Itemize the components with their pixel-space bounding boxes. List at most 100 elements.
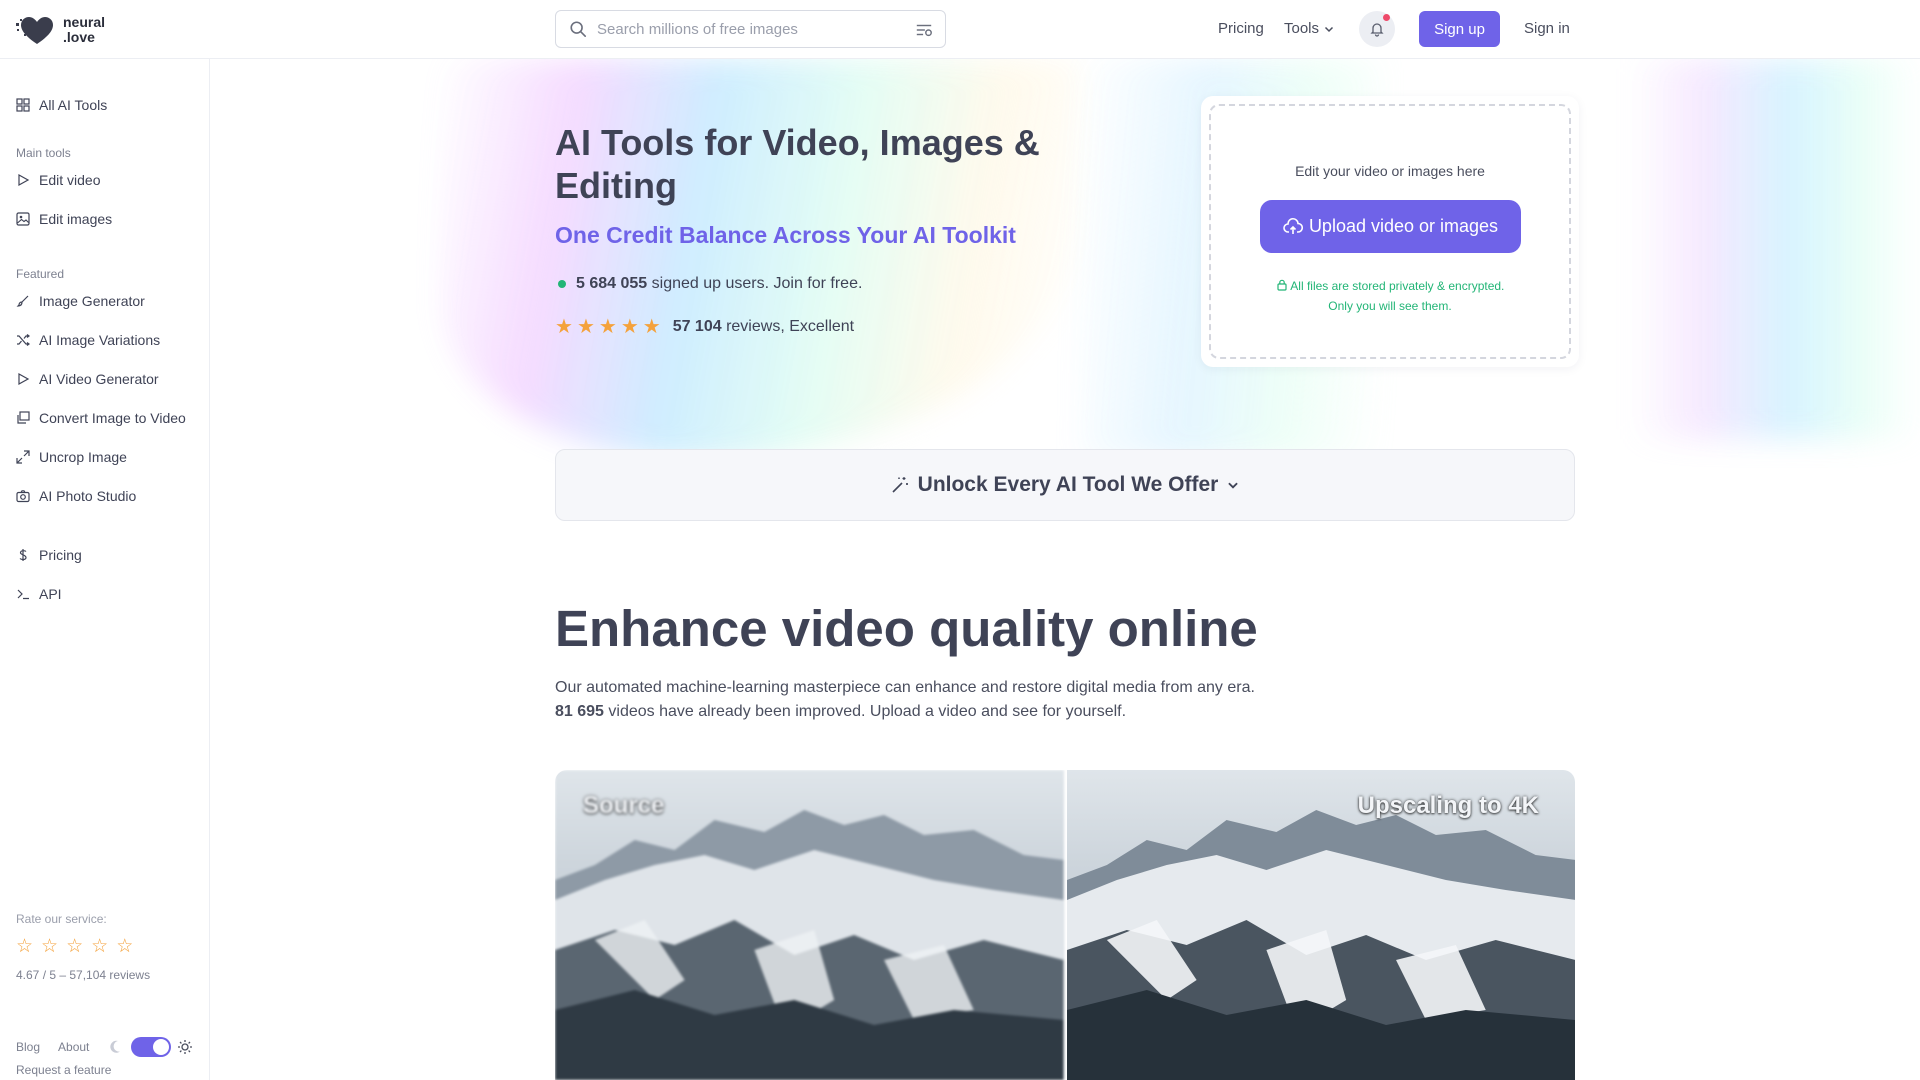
nav-tools-label: Tools bbox=[1284, 20, 1320, 37]
about-link[interactable]: About bbox=[58, 1040, 89, 1054]
sidebar-group-main: Main tools bbox=[16, 146, 71, 160]
image-icon bbox=[16, 212, 30, 226]
camera-icon bbox=[16, 490, 30, 503]
section-description: Our automated machine-learning masterpie… bbox=[555, 676, 1315, 724]
star-outline-icon[interactable]: ☆ bbox=[91, 937, 108, 956]
logo-line-1: neural bbox=[63, 14, 106, 30]
description-line-2: videos have already been improved. Uploa… bbox=[608, 703, 1127, 720]
logo[interactable]: neural .love bbox=[15, 14, 105, 46]
privacy-line-1: All files are stored privately & encrypt… bbox=[1290, 279, 1505, 293]
description-line-1: Our automated machine-learning masterpie… bbox=[555, 679, 1255, 696]
sidebar-item-label: AI Image Variations bbox=[39, 332, 161, 348]
sidebar-item-label: Edit images bbox=[39, 211, 113, 227]
signin-link[interactable]: Sign in bbox=[1524, 20, 1570, 37]
gallery-icon bbox=[17, 411, 30, 424]
rating-summary: 4.67 / 5 – 57,104 reviews bbox=[16, 968, 151, 982]
filter-icon[interactable] bbox=[915, 21, 933, 39]
rating-stars: ★ ★ ★ ★ ★ bbox=[555, 317, 661, 337]
upload-card: Edit your video or images here Upload vi… bbox=[1201, 96, 1579, 367]
sidebar: All AI Tools Main tools Edit video Edit … bbox=[0, 59, 210, 1080]
sidebar-item-label: AI Video Generator bbox=[39, 371, 159, 387]
comparison-preview: Source Upscaling to 4K bbox=[555, 770, 1575, 1080]
privacy-note: All files are stored privately & encrypt… bbox=[1211, 276, 1569, 316]
dollar-icon bbox=[19, 549, 27, 561]
notifications-button[interactable] bbox=[1359, 11, 1395, 47]
users-stat: 5 684 055 signed up users. Join for free… bbox=[558, 275, 862, 293]
expand-icon bbox=[16, 450, 30, 464]
unlock-label: Unlock Every AI Tool We Offer bbox=[917, 473, 1219, 496]
lock-icon bbox=[1277, 279, 1287, 291]
blog-link[interactable]: Blog bbox=[16, 1040, 40, 1054]
sidebar-item-label: API bbox=[39, 586, 62, 602]
moon-icon bbox=[110, 1040, 121, 1053]
brush-icon bbox=[16, 295, 29, 307]
upload-button-label: Upload video or images bbox=[1308, 216, 1499, 236]
heart-logo-icon bbox=[15, 14, 55, 46]
sidebar-item-convert-image-to-video[interactable]: Convert Image to Video bbox=[16, 410, 186, 426]
chevron-down-icon bbox=[1228, 482, 1239, 489]
upload-button[interactable]: Upload video or images bbox=[1260, 200, 1521, 253]
star-outline-icon[interactable]: ☆ bbox=[41, 937, 58, 956]
improved-count: 81 695 bbox=[555, 703, 604, 720]
reviews-text: reviews, Excellent bbox=[726, 318, 855, 335]
sidebar-item-all-tools[interactable]: All AI Tools bbox=[16, 97, 107, 113]
play-icon bbox=[18, 173, 30, 187]
star-icon: ★ bbox=[555, 316, 573, 338]
play-icon bbox=[18, 372, 30, 386]
reviews-count: 57 104 bbox=[672, 318, 722, 335]
sidebar-item-ai-image-variations[interactable]: AI Image Variations bbox=[16, 332, 160, 348]
rate-label: Rate our service: bbox=[16, 912, 107, 926]
upscaled-image: Upscaling to 4K bbox=[1066, 770, 1575, 1080]
star-icon: ★ bbox=[642, 316, 661, 338]
notification-dot bbox=[1383, 14, 1390, 21]
sidebar-item-label: All AI Tools bbox=[39, 97, 108, 113]
reviews-stat: ★ ★ ★ ★ ★ 57 104 reviews, Excellent bbox=[555, 317, 854, 337]
shuffle-icon bbox=[17, 334, 30, 346]
cloud-upload-icon bbox=[1283, 217, 1303, 234]
sidebar-item-ai-photo-studio[interactable]: AI Photo Studio bbox=[16, 488, 136, 504]
star-outline-icon[interactable]: ☆ bbox=[16, 937, 33, 956]
star-outline-icon[interactable]: ☆ bbox=[116, 937, 133, 956]
section-title: Enhance video quality online bbox=[555, 600, 1258, 657]
logo-line-2: .love bbox=[63, 29, 95, 45]
search-icon bbox=[570, 21, 587, 38]
signup-button[interactable]: Sign up bbox=[1419, 11, 1500, 47]
star-icon: ★ bbox=[576, 316, 595, 338]
sidebar-item-label: Image Generator bbox=[39, 293, 145, 309]
search-input[interactable] bbox=[597, 20, 897, 38]
sidebar-item-edit-video[interactable]: Edit video bbox=[16, 172, 100, 188]
upscaled-label: Upscaling to 4K bbox=[1357, 792, 1539, 819]
aurora-background-right bbox=[1630, 59, 1920, 439]
sidebar-item-uncrop-image[interactable]: Uncrop Image bbox=[16, 449, 127, 465]
terminal-icon bbox=[17, 589, 29, 600]
sidebar-item-edit-images[interactable]: Edit images bbox=[16, 211, 112, 227]
search-bar bbox=[555, 10, 946, 48]
sidebar-item-ai-video-generator[interactable]: AI Video Generator bbox=[16, 371, 159, 387]
upload-label: Edit your video or images here bbox=[1295, 163, 1485, 179]
users-count: 5 684 055 bbox=[576, 275, 648, 292]
sidebar-item-image-generator[interactable]: Image Generator bbox=[16, 293, 145, 309]
theme-toggle[interactable] bbox=[131, 1037, 172, 1057]
request-feature-link[interactable]: Request a feature bbox=[16, 1063, 111, 1077]
rate-stars[interactable]: ☆ ☆ ☆ ☆ ☆ bbox=[16, 937, 133, 956]
upload-dropzone[interactable]: Edit your video or images here Upload vi… bbox=[1209, 104, 1571, 359]
magic-wand-icon bbox=[892, 477, 908, 493]
sidebar-item-api[interactable]: API bbox=[16, 586, 62, 602]
sidebar-item-label: Uncrop Image bbox=[39, 449, 127, 465]
sidebar-footer: Blog About bbox=[16, 1037, 193, 1057]
nav-pricing-link[interactable]: Pricing bbox=[1218, 20, 1264, 37]
star-outline-icon[interactable]: ☆ bbox=[66, 937, 83, 956]
privacy-line-2: Only you will see them. bbox=[1328, 299, 1452, 313]
nav-tools-dropdown[interactable]: Tools bbox=[1284, 20, 1335, 37]
sidebar-item-label: Edit video bbox=[39, 172, 101, 188]
online-dot bbox=[558, 280, 566, 288]
unlock-tools-toggle[interactable]: Unlock Every AI Tool We Offer bbox=[555, 449, 1575, 521]
aurora-background-left bbox=[440, 59, 1080, 459]
star-icon: ★ bbox=[598, 316, 617, 338]
sun-icon bbox=[178, 1040, 193, 1054]
source-image: Source bbox=[555, 770, 1064, 1080]
bell-icon bbox=[1370, 23, 1384, 37]
hero-title: AI Tools for Video, Images & Editing bbox=[555, 122, 1040, 206]
sidebar-item-pricing[interactable]: Pricing bbox=[16, 547, 82, 563]
chevron-down-icon bbox=[1325, 26, 1334, 32]
